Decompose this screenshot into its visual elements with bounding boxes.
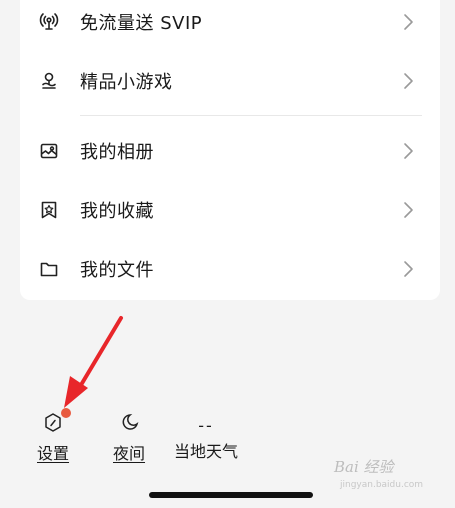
weather-label: 当地天气: [174, 442, 239, 461]
menu-item-label: 精品小游戏: [80, 72, 173, 93]
antenna-icon: [39, 12, 59, 32]
menu-item-label: 我的收藏: [80, 201, 154, 222]
photo-album-icon: [39, 141, 59, 161]
menu-item-label: 我的相册: [80, 142, 154, 163]
settings-button[interactable]: 设置: [37, 408, 71, 464]
chevron-right-icon: [401, 141, 415, 161]
menu-item-mini-games[interactable]: 精品小游戏: [20, 53, 440, 109]
menu-item-label: 免流量送 SVIP: [80, 13, 203, 34]
menu-item-my-album[interactable]: 我的相册: [20, 123, 440, 179]
bookmark-star-icon: [39, 200, 59, 220]
notification-dot: [61, 408, 71, 418]
chevron-right-icon: [401, 12, 415, 32]
weather-value: --: [198, 415, 214, 435]
chevron-right-icon: [401, 200, 415, 220]
night-mode-label: 夜间: [113, 444, 146, 463]
night-mode-button[interactable]: 夜间: [113, 412, 145, 464]
home-indicator[interactable]: [149, 492, 313, 498]
baidu-jingyan-watermark: Bai 经验: [334, 458, 394, 476]
menu-item-free-svip[interactable]: 免流量送 SVIP: [20, 0, 440, 50]
folder-icon: [39, 259, 59, 279]
menu-card: 免流量送 SVIP 精品小游戏 我的相册 我的收藏 我的文件: [20, 0, 440, 300]
menu-item-my-files[interactable]: 我的文件: [20, 241, 440, 297]
menu-item-my-favorites[interactable]: 我的收藏: [20, 182, 440, 238]
chevron-right-icon: [401, 71, 415, 91]
menu-item-label: 我的文件: [80, 260, 154, 281]
moon-icon: [119, 412, 139, 434]
chevron-right-icon: [401, 259, 415, 279]
section-divider: [80, 115, 422, 116]
settings-label: 设置: [37, 444, 70, 463]
watermark-url: jingyan.baidu.com: [340, 480, 424, 490]
local-weather-button[interactable]: -- 当地天气: [174, 412, 238, 462]
settings-hexagon-icon: [43, 408, 71, 434]
game-location-icon: [39, 71, 59, 91]
